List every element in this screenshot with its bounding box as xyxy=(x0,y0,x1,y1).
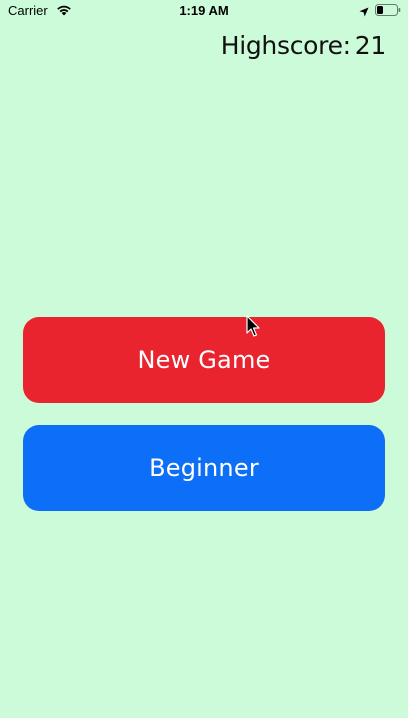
highscore-display: Highscore: 21 xyxy=(220,31,387,60)
beginner-button-label: Beginner xyxy=(149,454,259,482)
battery-icon xyxy=(375,4,401,16)
new-game-button-label: New Game xyxy=(137,346,271,374)
status-bar: Carrier 1:19 AM xyxy=(0,0,408,22)
location-arrow-icon xyxy=(359,5,369,17)
highscore-label: Highscore: xyxy=(220,31,351,60)
new-game-button[interactable]: New Game xyxy=(23,317,385,403)
status-time: 1:19 AM xyxy=(179,3,229,18)
app-screen: Carrier 1:19 AM Highscore: 21 New Game B… xyxy=(0,0,408,718)
highscore-value: 21 xyxy=(354,31,387,60)
beginner-button[interactable]: Beginner xyxy=(23,425,385,511)
